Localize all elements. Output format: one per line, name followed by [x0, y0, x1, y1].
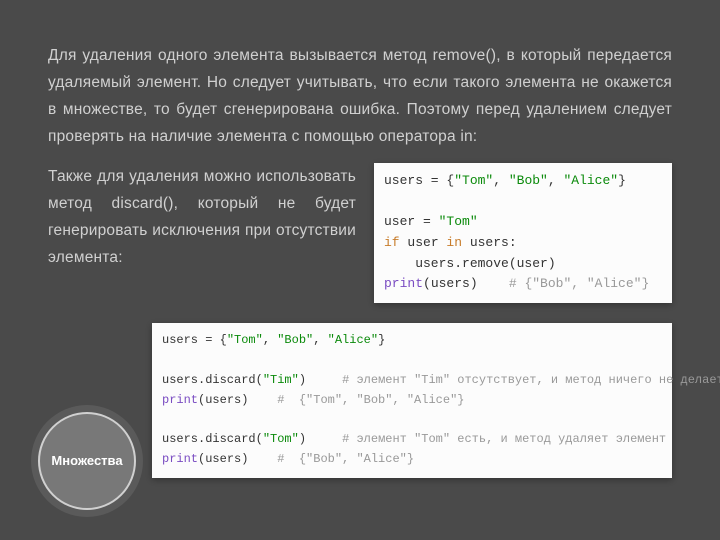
discard-paragraph: Также для удаления можно использовать ме…: [48, 163, 356, 272]
intro-paragraph: Для удаления одного элемента вызывается …: [48, 42, 672, 151]
code-example-remove: users = {"Tom", "Bob", "Alice"} user = "…: [374, 163, 672, 304]
topic-badge: Множества: [38, 412, 136, 510]
code-example-discard: users = {"Tom", "Bob", "Alice"} users.di…: [152, 323, 672, 478]
badge-label: Множества: [51, 454, 122, 468]
content-row: Также для удаления можно использовать ме…: [48, 163, 672, 304]
